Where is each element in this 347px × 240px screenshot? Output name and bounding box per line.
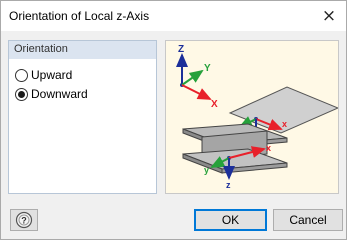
dialog-window: Orientation of Local z-Axis × Orientatio… bbox=[0, 0, 347, 240]
member-x-label: x bbox=[266, 143, 271, 153]
orientation-group: Orientation Upward Downward bbox=[8, 40, 157, 194]
member-y-label: y bbox=[204, 165, 209, 175]
dialog-footer: ? OK Cancel bbox=[1, 199, 346, 239]
ok-button[interactable]: OK bbox=[194, 209, 267, 231]
radio-upward-label[interactable]: Upward bbox=[31, 68, 72, 82]
member-z-label: z bbox=[226, 180, 231, 190]
orientation-preview-graphic: Z Y X y x z bbox=[176, 44, 340, 190]
help-button[interactable]: ? bbox=[10, 209, 38, 231]
i-beam-member-icon bbox=[182, 123, 288, 174]
orientation-preview: Z Y X y x z bbox=[165, 40, 340, 194]
global-y-label: Y bbox=[204, 63, 211, 74]
global-axes-icon bbox=[176, 53, 212, 100]
radio-downward[interactable]: Downward bbox=[15, 87, 88, 101]
global-z-label: Z bbox=[178, 44, 184, 55]
radio-upward-indicator[interactable] bbox=[15, 68, 28, 82]
window-title: Orientation of Local z-Axis bbox=[9, 9, 150, 23]
radio-downward-indicator[interactable] bbox=[15, 87, 28, 101]
global-x-label: X bbox=[211, 99, 218, 110]
radio-downward-label[interactable]: Downward bbox=[31, 87, 88, 101]
help-icon: ? bbox=[15, 211, 33, 229]
radio-upward[interactable]: Upward bbox=[15, 68, 72, 82]
svg-text:?: ? bbox=[21, 216, 27, 226]
title-bar: Orientation of Local z-Axis × bbox=[1, 1, 346, 31]
dialog-content: Orientation Upward Downward Z Y X x y x … bbox=[1, 31, 346, 199]
surface-x-label: x bbox=[282, 119, 287, 129]
close-icon[interactable]: × bbox=[316, 4, 342, 28]
orientation-group-header: Orientation bbox=[9, 41, 156, 59]
cancel-button[interactable]: Cancel bbox=[273, 209, 343, 231]
